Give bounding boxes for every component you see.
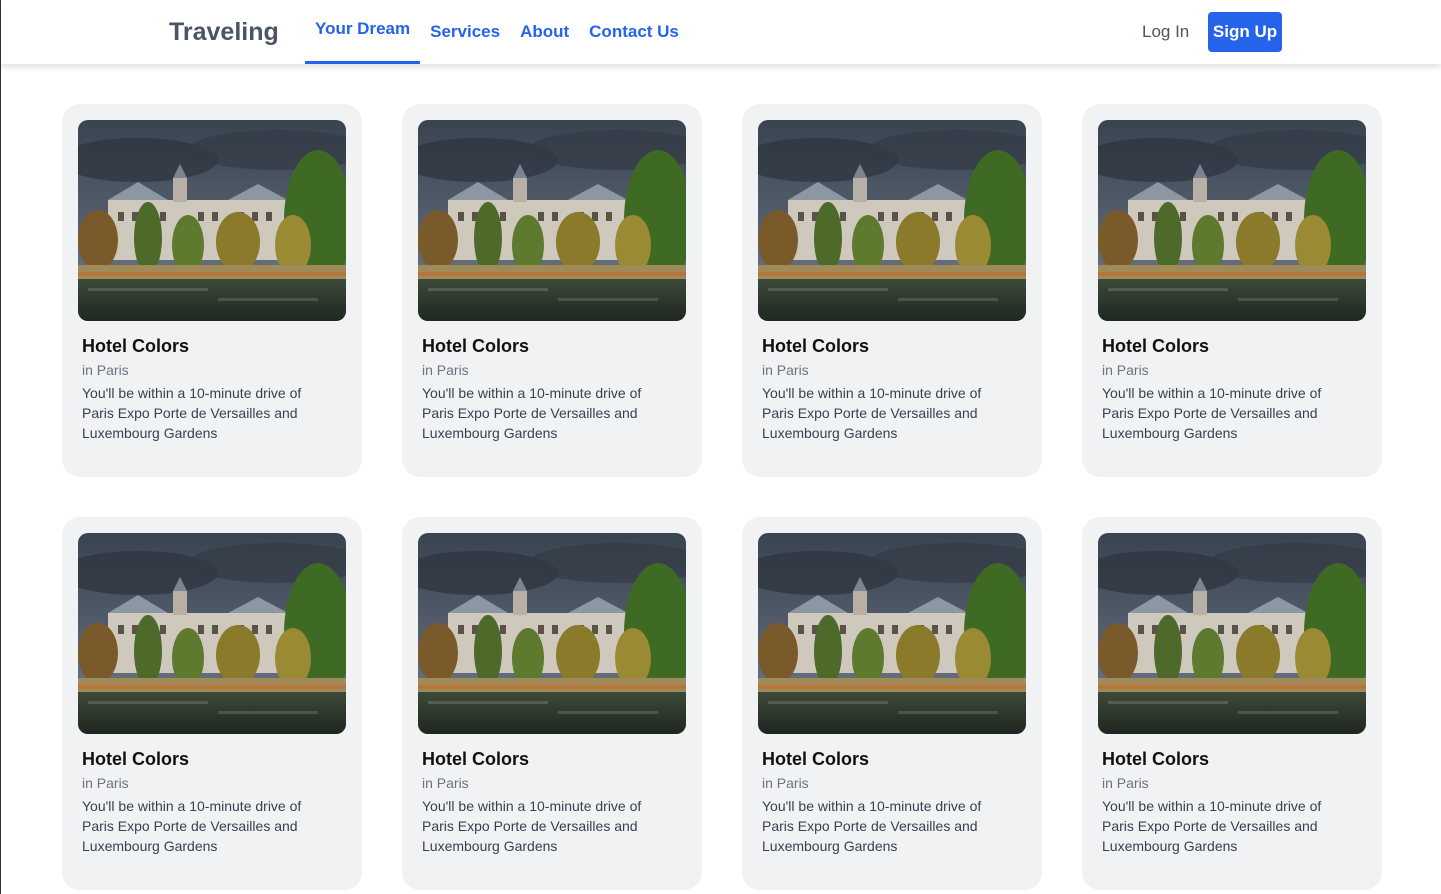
hotel-photo (758, 533, 1026, 734)
hotel-photo (78, 120, 346, 321)
card-location: in Paris (762, 362, 809, 378)
nav-contact-us[interactable]: Contact Us (579, 0, 689, 64)
nav-services[interactable]: Services (420, 0, 510, 64)
card-location: in Paris (1102, 362, 1149, 378)
hotel-card[interactable]: Hotel Colors in Paris You'll be within a… (402, 517, 702, 890)
hotel-card[interactable]: Hotel Colors in Paris You'll be within a… (1082, 104, 1382, 477)
hotel-card[interactable]: Hotel Colors in Paris You'll be within a… (62, 104, 362, 477)
card-title: Hotel Colors (1102, 749, 1210, 769)
hotel-card[interactable]: Hotel Colors in Paris You'll be within a… (742, 517, 1042, 890)
card-description: You'll be within a 10-minute drive of Pa… (422, 385, 642, 441)
card-title: Hotel Colors (82, 336, 190, 356)
card-location: in Paris (422, 775, 469, 791)
signup-button[interactable]: Sign Up (1208, 12, 1282, 52)
card-title: Hotel Colors (422, 749, 530, 769)
hotel-card[interactable]: Hotel Colors in Paris You'll be within a… (1082, 517, 1382, 890)
card-location: in Paris (82, 775, 129, 791)
card-title: Hotel Colors (422, 336, 530, 356)
card-title: Hotel Colors (762, 336, 870, 356)
hotel-photo (418, 120, 686, 321)
card-title: Hotel Colors (82, 749, 190, 769)
card-description: You'll be within a 10-minute drive of Pa… (1102, 385, 1322, 441)
brand-logo[interactable]: Traveling (169, 18, 279, 47)
hotel-photo (418, 533, 686, 734)
hotel-card[interactable]: Hotel Colors in Paris You'll be within a… (742, 104, 1042, 477)
card-description: You'll be within a 10-minute drive of Pa… (1102, 798, 1322, 854)
card-location: in Paris (82, 362, 129, 378)
hotel-photo (1098, 120, 1366, 321)
hotel-photo (78, 533, 346, 734)
navbar: Traveling Your Dream Services About Cont… (1, 0, 1441, 64)
card-description: You'll be within a 10-minute drive of Pa… (82, 798, 302, 854)
hotel-card[interactable]: Hotel Colors in Paris You'll be within a… (402, 104, 702, 477)
nav-your-dream[interactable]: Your Dream (305, 0, 421, 64)
hotel-photo (758, 120, 1026, 321)
card-description: You'll be within a 10-minute drive of Pa… (82, 385, 302, 441)
card-location: in Paris (422, 362, 469, 378)
card-title: Hotel Colors (1102, 336, 1210, 356)
main-nav: Your Dream Services About Contact Us (305, 0, 689, 64)
hotel-card[interactable]: Hotel Colors in Paris You'll be within a… (62, 517, 362, 890)
login-link[interactable]: Log In (1142, 22, 1189, 42)
card-description: You'll be within a 10-minute drive of Pa… (422, 798, 642, 854)
card-location: in Paris (1102, 775, 1149, 791)
nav-about[interactable]: About (510, 0, 579, 64)
card-title: Hotel Colors (762, 749, 870, 769)
hotel-photo (1098, 533, 1366, 734)
card-location: in Paris (762, 775, 809, 791)
card-description: You'll be within a 10-minute drive of Pa… (762, 385, 982, 441)
card-description: You'll be within a 10-minute drive of Pa… (762, 798, 982, 854)
